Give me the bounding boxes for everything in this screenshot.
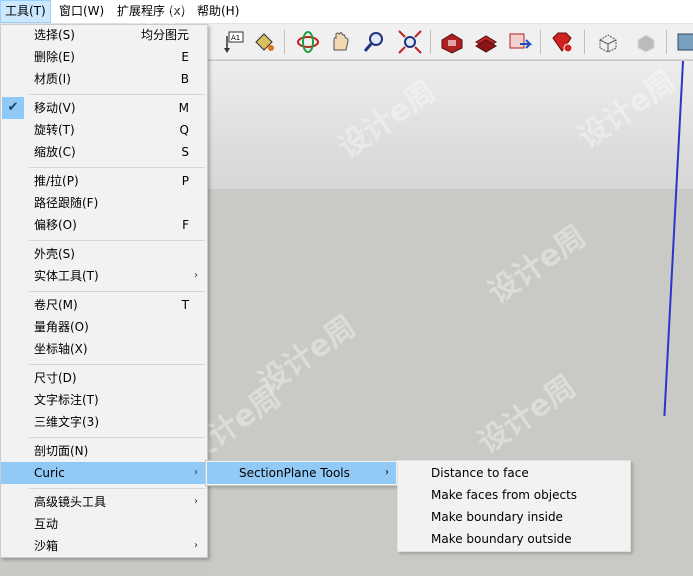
menu-item-section-plane[interactable]: 剖切面(N) bbox=[1, 440, 207, 462]
zoom-icon[interactable] bbox=[360, 28, 388, 56]
chevron-right-icon: › bbox=[194, 270, 198, 281]
menu-item-axes[interactable]: 坐标轴(X) bbox=[1, 338, 207, 360]
submenu-item-boundary-inside[interactable]: Make boundary inside bbox=[398, 506, 630, 528]
extension-warehouse-icon[interactable] bbox=[548, 28, 576, 56]
menu-item-tape-measure[interactable]: 卷尺(M) T bbox=[1, 294, 207, 316]
menu-item-scale[interactable]: 缩放(C) S bbox=[1, 141, 207, 163]
menu-item-select[interactable]: 选择(S) 均分图元 bbox=[1, 24, 207, 46]
menu-item-text[interactable]: 文字标注(T) bbox=[1, 389, 207, 411]
chevron-right-icon: › bbox=[194, 496, 198, 507]
checkmark-icon: ✔ bbox=[2, 97, 24, 119]
menu-tools[interactable]: 工具(T) bbox=[0, 0, 51, 23]
section-box-icon[interactable] bbox=[674, 28, 693, 56]
share-model-icon[interactable] bbox=[506, 28, 534, 56]
submenu-item-sectionplane-tools[interactable]: SectionPlane Tools › bbox=[207, 462, 396, 484]
submenu-item-make-faces[interactable]: Make faces from objects bbox=[398, 484, 630, 506]
tools-dropdown-menu: 选择(S) 均分图元 删除(E) E 材质(I) B ✔ 移动(V) M 旋转(… bbox=[0, 24, 208, 558]
menu-item-curic[interactable]: Curic › bbox=[1, 462, 207, 484]
menu-item-dimension[interactable]: 尺寸(D) bbox=[1, 367, 207, 389]
menu-bar: 工具(T) 窗口(W) 扩展程序 (x) 帮助(H) bbox=[0, 0, 693, 24]
chevron-right-icon: › bbox=[194, 467, 198, 478]
menu-window[interactable]: 窗口(W) bbox=[55, 0, 108, 23]
wireframe-icon[interactable] bbox=[632, 28, 660, 56]
pan-hand-icon[interactable] bbox=[326, 28, 354, 56]
menu-item-sandbox[interactable]: 沙箱 › bbox=[1, 535, 207, 557]
zoom-extents-icon[interactable] bbox=[396, 28, 424, 56]
menu-item-push-pull[interactable]: 推/拉(P) P bbox=[1, 170, 207, 192]
sectionplane-tools-submenu: Distance to face Make faces from objects… bbox=[397, 460, 631, 552]
menu-item-material[interactable]: 材质(I) B bbox=[1, 68, 207, 90]
menu-item-3d-text[interactable]: 三维文字(3) bbox=[1, 411, 207, 433]
main-toolbar: A1 bbox=[208, 24, 693, 60]
menu-extensions[interactable]: 扩展程序 (x) bbox=[113, 0, 189, 23]
menu-item-offset[interactable]: 偏移(O) F bbox=[1, 214, 207, 236]
components-icon[interactable] bbox=[472, 28, 500, 56]
menu-item-follow-me[interactable]: 路径跟随(F) bbox=[1, 192, 207, 214]
viewport-sky bbox=[208, 61, 693, 189]
menu-item-protractor[interactable]: 量角器(O) bbox=[1, 316, 207, 338]
text-tag-icon[interactable]: A1 bbox=[220, 28, 248, 56]
svg-text:A1: A1 bbox=[231, 34, 240, 42]
xray-icon[interactable] bbox=[594, 28, 622, 56]
menu-item-interact[interactable]: 互动 bbox=[1, 513, 207, 535]
curic-submenu: SectionPlane Tools › bbox=[205, 460, 398, 486]
chevron-right-icon: › bbox=[194, 540, 198, 551]
menu-item-advanced-camera[interactable]: 高级镜头工具 › bbox=[1, 491, 207, 513]
warehouse-icon[interactable] bbox=[438, 28, 466, 56]
menu-item-erase[interactable]: 删除(E) E bbox=[1, 46, 207, 68]
orbit-icon[interactable] bbox=[294, 28, 322, 56]
submenu-item-distance-to-face[interactable]: Distance to face bbox=[398, 462, 630, 484]
paint-bucket-icon[interactable] bbox=[250, 28, 278, 56]
menu-item-move[interactable]: ✔ 移动(V) M bbox=[1, 97, 207, 119]
submenu-item-boundary-outside[interactable]: Make boundary outside bbox=[398, 528, 630, 550]
menu-help[interactable]: 帮助(H) bbox=[193, 0, 243, 23]
chevron-right-icon: › bbox=[385, 467, 389, 478]
menu-item-rotate[interactable]: 旋转(T) Q bbox=[1, 119, 207, 141]
menu-item-solid-tools[interactable]: 实体工具(T) › bbox=[1, 265, 207, 287]
menu-item-outer-shell[interactable]: 外壳(S) bbox=[1, 243, 207, 265]
